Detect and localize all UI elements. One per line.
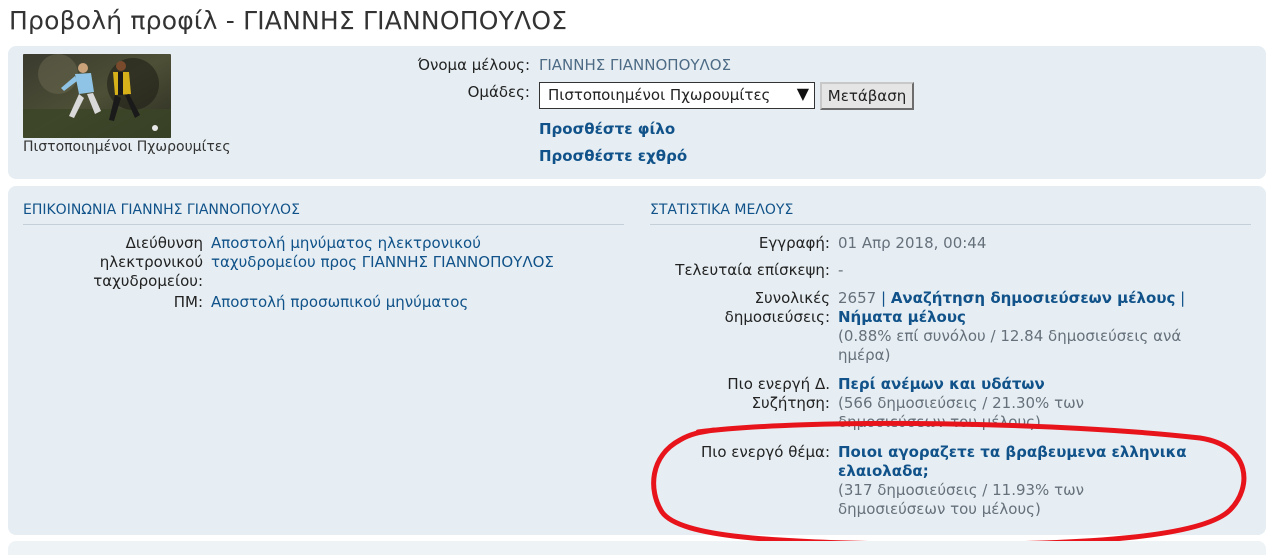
posts-label-line: δημοσιεύσεις: [724, 308, 830, 326]
joined-label: Εγγραφή: [758, 234, 830, 252]
last-visit-value: - [838, 261, 844, 279]
posts-detail: (0.88% επί συνόλου / 12.84 δημοσιεύσεις … [838, 327, 1182, 345]
page-title: Προβολή προφίλ - ΓΙΑΝΝΗΣ ΓΙΑΝΝΟΠΟΥΛΟΣ [9, 6, 568, 35]
highlight-annotation [651, 420, 1247, 547]
send-email-link-line: Αποστολή μηνύματος ηλεκτρονικού [211, 234, 481, 252]
active-forum-label: Πιο ενεργή Δ. Συζήτηση: [638, 375, 830, 413]
email-label-line: ηλεκτρονικού [99, 253, 203, 271]
search-posts-link[interactable]: Αναζήτηση δημοσιεύσεων μέλους [891, 289, 1176, 307]
email-label: Διεύθυνση ηλεκτρονικού ταχυδρομείου: [23, 234, 203, 291]
profile-panel: Πιστοποιημένοι Πχωρουμίτες Όνομα μέλους:… [8, 46, 1266, 179]
active-forum-link[interactable]: Περί ανέμων και υδάτων [838, 375, 1238, 394]
chevron-down-icon: ▼ [796, 84, 809, 103]
email-label-line: Διεύθυνση [125, 234, 203, 252]
email-label-line: ταχυδρομείου: [93, 272, 203, 290]
active-forum-label-line: Πιο ενεργή Δ. [727, 375, 830, 393]
separator: | [880, 289, 887, 307]
send-pm-link[interactable]: Αποστολή προσωπικού μηνύματος [211, 293, 468, 311]
groups-label: Ομάδες: [467, 83, 530, 101]
avatar-caption: Πιστοποιημένοι Πχωρουμίτες [23, 139, 231, 155]
posts-label: Συνολικές δημοσιεύσεις: [638, 289, 830, 327]
bottom-panel [8, 541, 1266, 555]
go-button[interactable]: Μετάβαση [820, 82, 914, 110]
send-email-link-line: ταχυδρομείου προς ΓΙΑΝΝΗΣ ΓΙΑΝΝΟΠΟΥΛΟΣ [211, 253, 554, 271]
active-forum-label-line: Συζήτηση: [751, 394, 830, 412]
posts-count: 2657 [838, 289, 877, 307]
contact-heading: ΕΠΙΚΟΙΝΩΝΙΑ ΓΙΑΝΝΗΣ ΓΙΑΝΝΟΠΟΥΛΟΣ [23, 202, 624, 225]
joined-value: 01 Απρ 2018, 00:44 [838, 234, 987, 252]
member-topics-link[interactable]: Νήματα μέλους [838, 308, 1238, 327]
last-visit-label: Τελευταία επίσκεψη: [675, 261, 830, 279]
stats-heading: ΣΤΑΤΙΣΤΙΚΑ ΜΕΛΟΥΣ [650, 202, 1251, 225]
member-name: ΓΙΑΝΝΗΣ ΓΙΑΝΝΟΠΟΥΛΟΣ [539, 56, 732, 74]
add-friend-link[interactable]: Προσθέστε φίλο [539, 120, 675, 138]
pm-label: ΠΜ: [173, 293, 203, 311]
separator: | [1180, 289, 1186, 307]
groups-select[interactable]: Πιστοποιημένοι Πχωρουμίτες ▼ [539, 82, 815, 109]
send-email-link[interactable]: Αποστολή μηνύματος ηλεκτρονικού ταχυδρομ… [211, 234, 554, 272]
groups-select-value: Πιστοποιημένοι Πχωρουμίτες [548, 86, 771, 104]
member-name-label: Όνομα μέλους: [417, 56, 530, 74]
active-forum-detail: (566 δημοσιεύσεις / 21.30% των [838, 394, 1085, 412]
posts-detail: ημέρα) [838, 346, 891, 364]
avatar [23, 54, 171, 138]
posts-label-line: Συνολικές [754, 289, 830, 307]
add-foe-link[interactable]: Προσθέστε εχθρό [539, 147, 687, 165]
posts-value: 2657 | Αναζήτηση δημοσιεύσεων μέλους | Ν… [838, 289, 1238, 365]
